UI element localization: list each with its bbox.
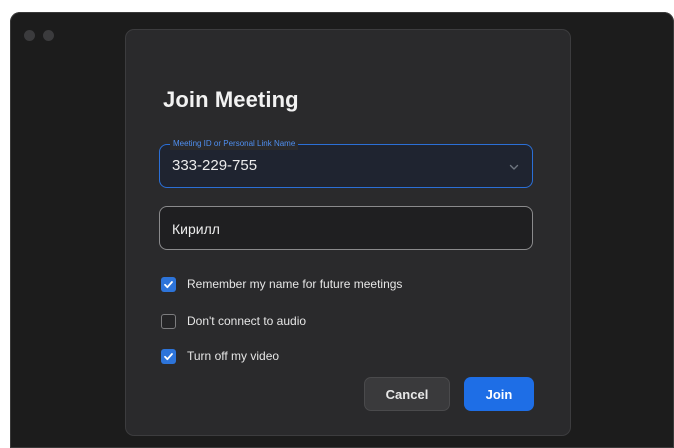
join-button[interactable]: Join: [464, 377, 534, 411]
meeting-id-label: Meeting ID or Personal Link Name: [170, 138, 299, 150]
join-meeting-dialog: Join Meeting Meeting ID or Personal Link…: [126, 30, 570, 435]
display-name-value[interactable]: Кирилл: [172, 219, 220, 239]
option-turn-off-video[interactable]: Turn off my video: [161, 347, 279, 365]
window-minimize-icon[interactable]: [43, 30, 54, 41]
dont-connect-audio-label: Don't connect to audio: [187, 314, 307, 328]
chevron-down-icon[interactable]: [508, 160, 520, 172]
dont-connect-audio-checkbox[interactable]: [161, 313, 176, 329]
checkmark-icon: [164, 352, 173, 360]
turn-off-video-checkbox[interactable]: [161, 348, 176, 364]
cancel-button[interactable]: Cancel: [364, 377, 450, 411]
dialog-title: Join Meeting: [163, 87, 299, 112]
display-name-field[interactable]: Кирилл: [159, 206, 533, 250]
window-close-icon[interactable]: [24, 30, 35, 41]
checkmark-icon: [164, 280, 173, 288]
remember-name-label: Remember my name for future meetings: [187, 277, 403, 291]
turn-off-video-label: Turn off my video: [187, 349, 280, 363]
app-window: Join Meeting Meeting ID or Personal Link…: [10, 12, 674, 448]
option-remember-name[interactable]: Remember my name for future meetings: [161, 275, 402, 293]
meeting-id-field[interactable]: Meeting ID or Personal Link Name 333-229…: [159, 138, 533, 188]
meeting-id-value[interactable]: 333-229-755: [172, 156, 257, 176]
remember-name-checkbox[interactable]: [161, 276, 176, 292]
option-dont-connect-audio[interactable]: Don't connect to audio: [161, 312, 306, 330]
